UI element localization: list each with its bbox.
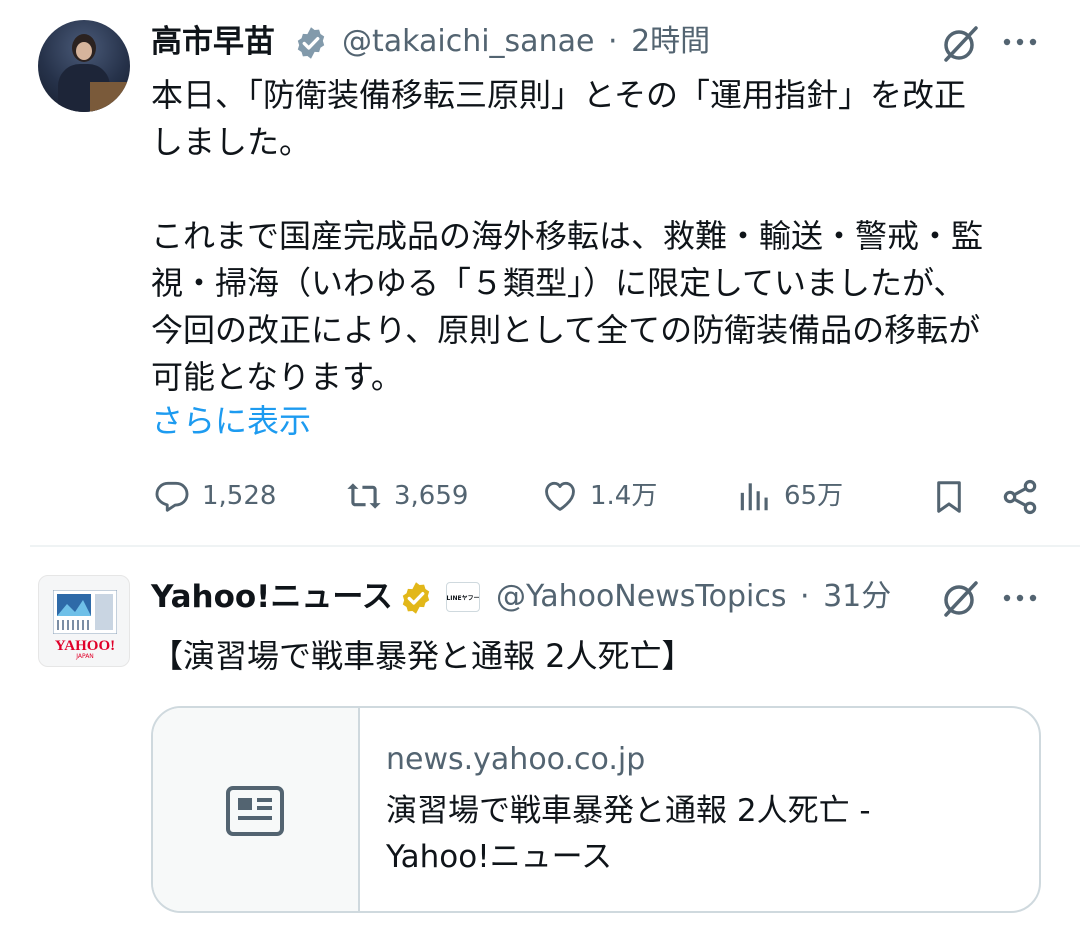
author-handle[interactable]: @takaichi_sanae · 2時間 <box>342 22 710 62</box>
yahoo-logo-sub: JAPAN <box>76 653 94 660</box>
tweet-divider <box>30 545 1080 547</box>
reply-icon <box>152 477 192 515</box>
verified-gold-badge-icon <box>398 580 434 616</box>
yahoo-logo-text: YAHOO! <box>54 638 116 654</box>
reply-count: 1,528 <box>202 481 277 511</box>
newspaper-logo-icon <box>53 590 117 634</box>
retweet-button[interactable]: 3,659 <box>342 477 468 515</box>
tweet-time: 31分 <box>823 579 892 614</box>
affiliate-badge[interactable]: LINEヤフー <box>446 582 480 612</box>
retweet-count: 3,659 <box>394 481 469 511</box>
tweet-time: 2時間 <box>631 24 711 59</box>
link-card[interactable]: news.yahoo.co.jp 演習場で戦車暴発と通報 2人死亡 - Yaho… <box>151 706 1041 913</box>
bookmark-icon[interactable] <box>930 477 968 517</box>
author-handle-yahoo[interactable]: @YahooNewsTopics · 31分 <box>496 577 891 617</box>
verified-badge-icon <box>293 25 329 61</box>
grok-icon[interactable] <box>938 577 982 621</box>
show-more-link[interactable]: さらに表示 <box>151 399 311 443</box>
share-icon[interactable] <box>1000 477 1040 517</box>
analytics-icon <box>736 477 774 515</box>
avatar-yahoo-news[interactable]: YAHOO! JAPAN <box>38 575 130 667</box>
link-card-thumbnail <box>153 708 360 911</box>
reply-button[interactable]: 1,528 <box>152 477 276 515</box>
like-button[interactable]: 1.4万 <box>540 477 657 515</box>
article-icon <box>226 786 284 836</box>
affiliate-badge-label: LINEヤフー <box>446 594 480 602</box>
link-card-domain: news.yahoo.co.jp <box>386 742 646 777</box>
more-options-icon[interactable] <box>1000 30 1040 54</box>
tweet-text-yahoo: 【演習場で戦車暴発と通報 2人死亡】 <box>151 637 694 675</box>
author-name-yahoo[interactable]: Yahoo!ニュース <box>151 577 393 617</box>
views-button[interactable]: 65万 <box>736 477 843 515</box>
grok-icon[interactable] <box>938 22 982 66</box>
author-name[interactable]: 高市早苗 <box>151 22 275 62</box>
avatar-takaichi[interactable] <box>38 20 130 112</box>
more-options-icon[interactable] <box>1000 586 1040 610</box>
tweet-text: 本日、「防衛装備移転三原則」とその「運用指針」を改正 しました。 これまで国産完… <box>151 76 984 396</box>
like-count: 1.4万 <box>590 481 658 511</box>
heart-icon <box>540 477 580 515</box>
view-count: 65万 <box>784 481 844 511</box>
link-card-title: 演習場で戦車暴発と通報 2人死亡 - Yahoo!ニュース <box>386 793 871 875</box>
retweet-icon <box>342 477 386 515</box>
